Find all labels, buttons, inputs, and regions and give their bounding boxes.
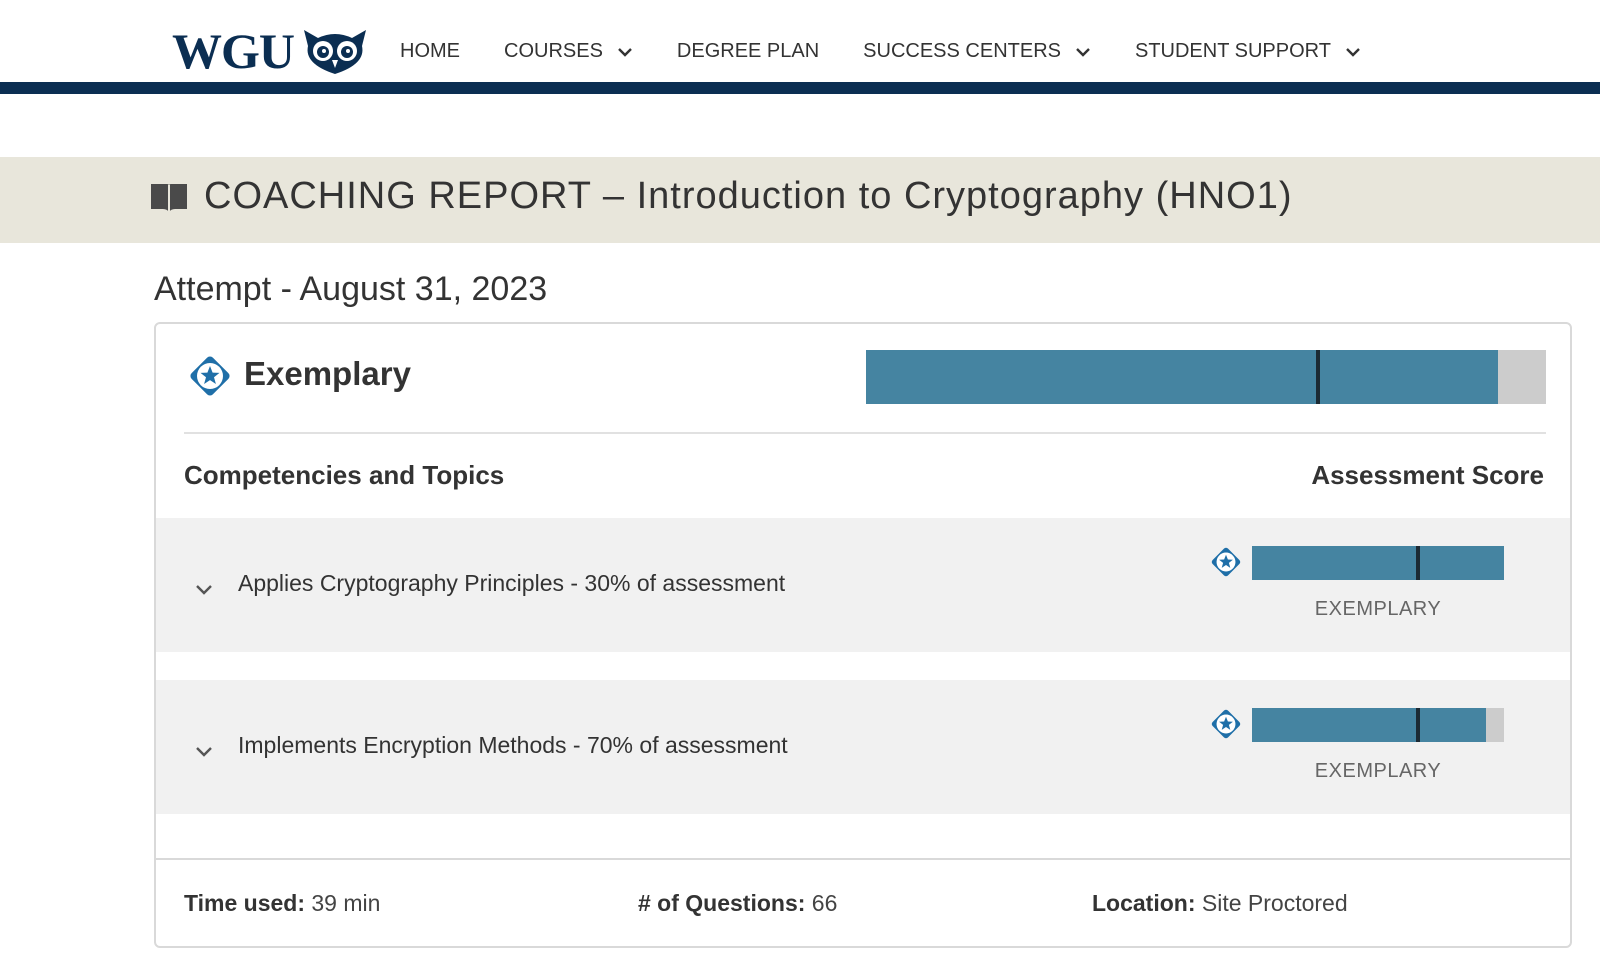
wgu-logo[interactable]: WGU <box>172 26 368 76</box>
footer-divider <box>156 858 1570 860</box>
main-nav: HOME COURSES DEGREE PLAN SUCCESS CENTERS… <box>400 40 1405 63</box>
time-used-label: Time used: <box>184 890 305 916</box>
owl-logo-icon <box>304 30 366 74</box>
competency-score-bar <box>1252 546 1504 580</box>
competencies-header: Competencies and Topics <box>184 460 505 490</box>
top-navigation: WGU HOME COURSES DEGREE PLAN SUCCESS CEN… <box>0 0 1600 94</box>
header-accent-bar <box>0 82 1600 94</box>
logo-text: WGU <box>172 23 295 79</box>
exemplary-star-badge-icon <box>1211 709 1241 739</box>
location-label: Location: <box>1092 890 1196 916</box>
time-used-value: 39 min <box>311 890 381 916</box>
competency-row[interactable]: Applies Cryptography Principles - 30% of… <box>156 518 1570 652</box>
nav-degree-plan-label: DEGREE PLAN <box>676 40 820 62</box>
questions-label: # of Questions: <box>638 890 806 916</box>
competency-score-marker <box>1416 708 1421 742</box>
chevron-down-icon <box>1346 47 1360 57</box>
exemplary-star-badge-icon <box>190 356 230 396</box>
exemplary-star-badge-icon <box>1211 547 1241 577</box>
competency-row[interactable]: Implements Encryption Methods - 70% of a… <box>156 680 1570 814</box>
attempt-date: Attempt - August 31, 2023 <box>154 270 548 308</box>
chevron-down-icon[interactable] <box>194 746 214 758</box>
nav-success-centers[interactable]: SUCCESS CENTERS <box>863 40 1091 63</box>
location-value: Site Proctored <box>1201 890 1348 916</box>
competency-label: Implements Encryption Methods - 70% of a… <box>238 732 788 758</box>
overall-score-bar <box>866 350 1546 404</box>
nav-home[interactable]: HOME <box>400 40 460 63</box>
nav-degree-plan[interactable]: DEGREE PLAN <box>677 40 819 63</box>
competency-level: EXEMPLARY <box>1314 598 1442 620</box>
competency-score-fill <box>1252 708 1487 742</box>
chevron-down-icon <box>1076 47 1090 57</box>
time-used-stat: Time used: 39 min <box>184 890 380 917</box>
nav-courses[interactable]: COURSES <box>504 40 633 63</box>
overall-level: Exemplary <box>244 355 411 392</box>
assessment-score-header: Assessment Score <box>1311 460 1544 490</box>
overall-score-fill <box>866 350 1499 404</box>
questions-stat: # of Questions: 66 <box>638 890 837 917</box>
nav-student-support[interactable]: STUDENT SUPPORT <box>1135 40 1361 63</box>
chevron-down-icon <box>618 47 632 57</box>
coaching-report-card: Exemplary Competencies and Topics Assess… <box>154 322 1572 948</box>
page-title: COACHING REPORT – Introduction to Crypto… <box>204 175 1293 217</box>
competency-level: EXEMPLARY <box>1314 760 1442 782</box>
competency-score-marker <box>1416 546 1421 580</box>
nav-student-support-label: STUDENT SUPPORT <box>1134 40 1331 62</box>
chevron-down-icon[interactable] <box>194 584 214 596</box>
questions-value: 66 <box>811 890 838 916</box>
competency-score-bar <box>1252 708 1504 742</box>
overall-score-marker <box>1316 350 1321 404</box>
book-icon <box>151 184 187 212</box>
divider <box>184 432 1546 434</box>
nav-success-centers-label: SUCCESS CENTERS <box>863 40 1061 62</box>
nav-home-label: HOME <box>400 40 460 62</box>
competency-score-fill <box>1252 546 1504 580</box>
nav-courses-label: COURSES <box>504 40 603 62</box>
competency-label: Applies Cryptography Principles - 30% of… <box>238 570 786 596</box>
location-stat: Location: Site Proctored <box>1092 890 1348 917</box>
